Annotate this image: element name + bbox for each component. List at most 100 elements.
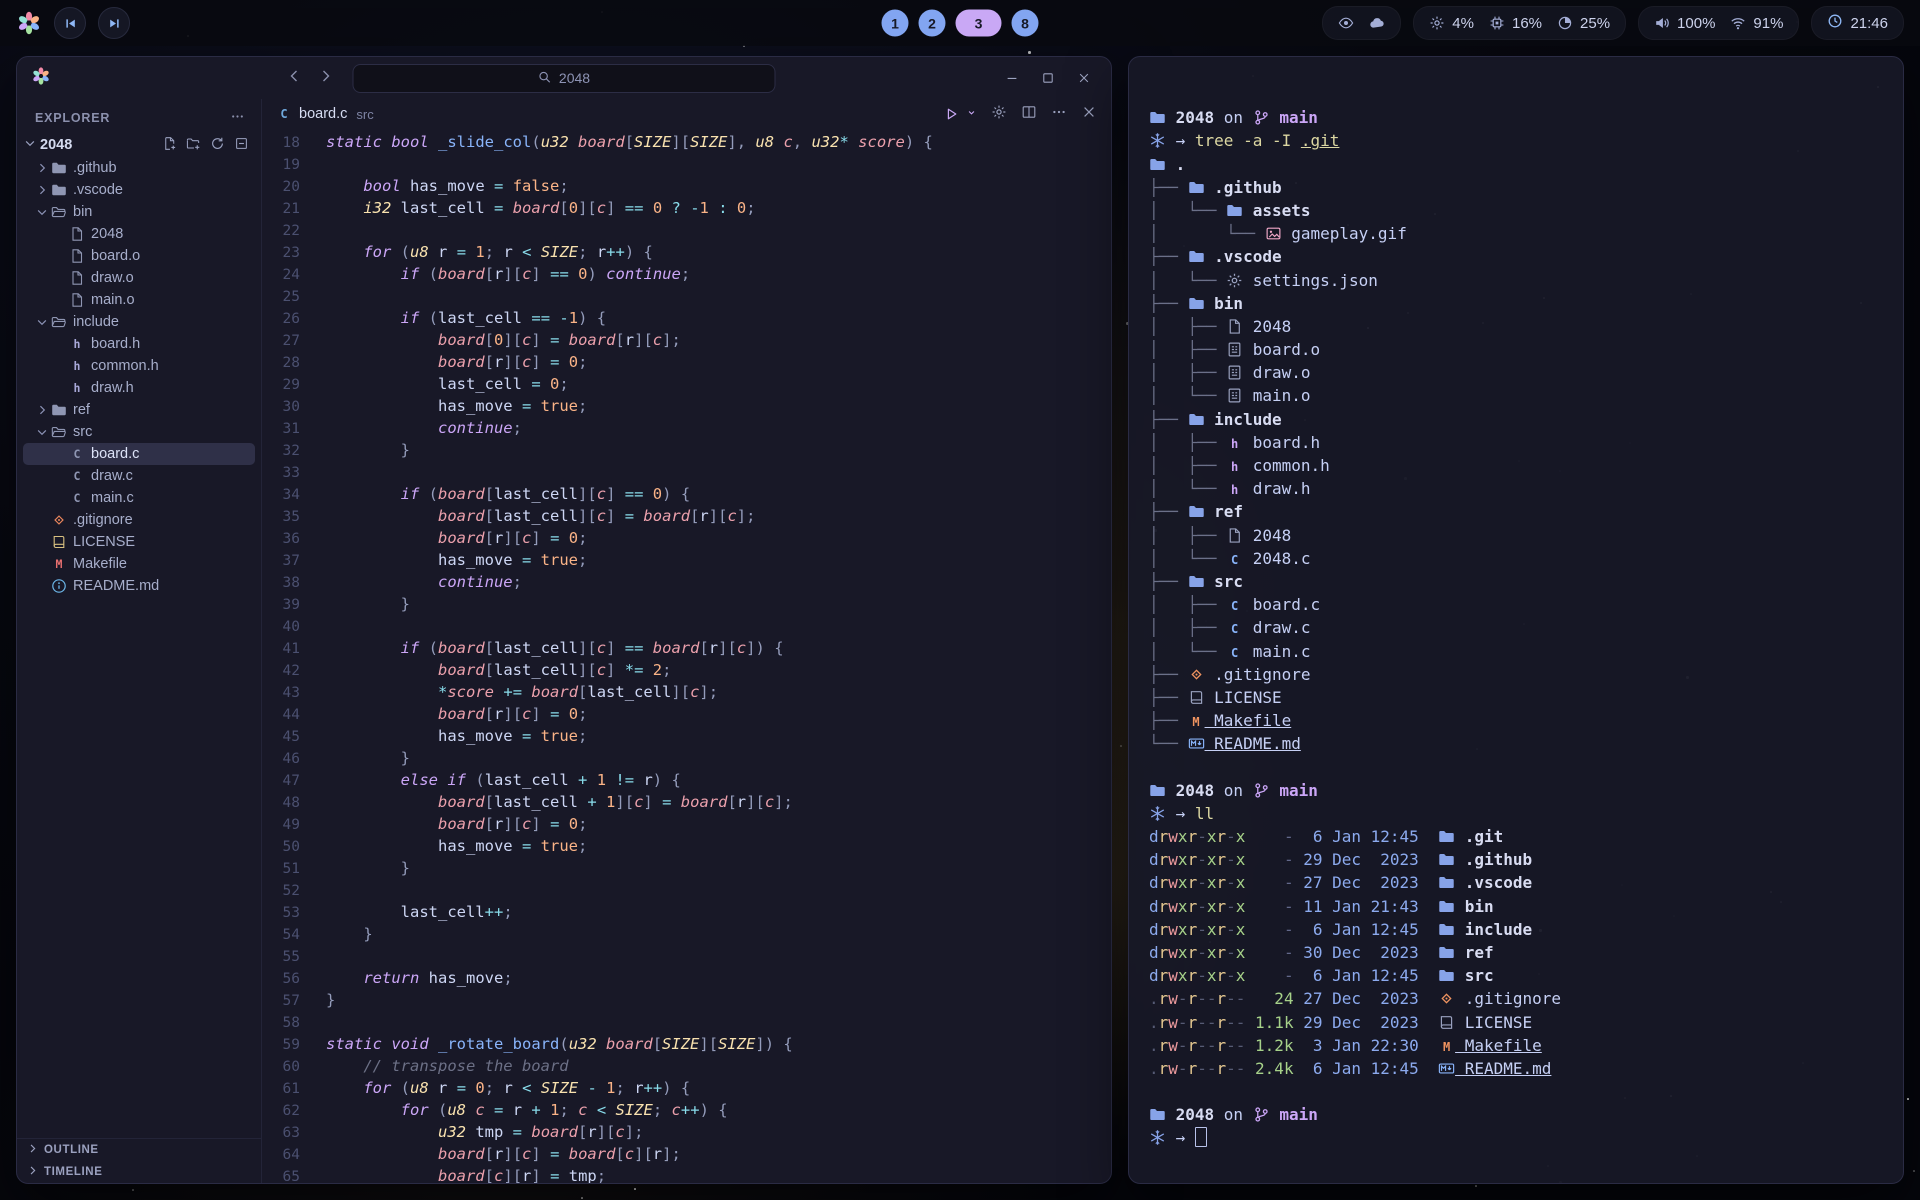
code-line: 59static void _rotate_board(u32 board[SI… (262, 1033, 1111, 1055)
code-line: 52 (262, 879, 1111, 901)
minimize-button[interactable] (999, 65, 1025, 91)
explorer-item-README.md[interactable]: README.md (23, 575, 255, 597)
explorer-item-draw.c[interactable]: Cdraw.c (23, 465, 255, 487)
outline-section[interactable]: OUTLINE (17, 1139, 261, 1161)
line-number: 43 (262, 682, 300, 704)
split-editor-button[interactable] (1021, 104, 1037, 125)
newfolder-icon (186, 136, 201, 151)
explorer-item-draw.h[interactable]: hdraw.h (23, 377, 255, 399)
terminal-line: .rw-r--r-- 1.1k 29 Dec 2023 LICENSE (1149, 1011, 1883, 1034)
closex-icon (1081, 104, 1097, 120)
terminal-window[interactable]: 2048 on main → tree -a -I .git .├── .git… (1128, 56, 1904, 1184)
explorer-item-main.o[interactable]: main.o (23, 289, 255, 311)
flake-icon (16, 10, 42, 36)
code-line: 41 if (board[last_cell][c] == board[r][c… (262, 637, 1111, 659)
settings-gear-icon[interactable] (991, 104, 1007, 125)
line-number: 63 (262, 1122, 300, 1144)
project-root-item[interactable]: 2048 (17, 133, 261, 157)
cfile-icon: C (1226, 549, 1243, 572)
cfile-icon: C (1226, 618, 1243, 641)
clock-time: 21:46 (1850, 15, 1888, 32)
code-editor[interactable]: 18static bool _slide_col(u32 board[SIZE]… (262, 129, 1111, 1183)
terminal-line: └── README.md (1149, 732, 1883, 755)
explorer-item-Makefile[interactable]: MMakefile (23, 553, 255, 575)
markdown-icon (1438, 1060, 1455, 1077)
line-number: 39 (262, 594, 300, 616)
launcher-flake-icon[interactable] (16, 10, 42, 36)
folderopen-icon (51, 314, 67, 330)
line-number: 32 (262, 440, 300, 462)
workspace-8[interactable]: 8 (1012, 10, 1039, 37)
gauge-icon (1557, 15, 1573, 31)
chip-icon (1489, 15, 1505, 31)
line-number: 22 (262, 220, 300, 242)
folder-icon (1438, 967, 1455, 984)
code-line: 57} (262, 989, 1111, 1011)
editor-tab-board-c[interactable]: C board.c src (276, 106, 374, 122)
command-center-search[interactable]: 2048 (353, 64, 776, 93)
idle-weather-widget[interactable] (1322, 6, 1401, 40)
explorer-item-board.h[interactable]: hboard.h (23, 333, 255, 355)
explorer-item-main.c[interactable]: Cmain.c (23, 487, 255, 509)
collapse-folders-button[interactable] (234, 136, 249, 155)
workspace-1[interactable]: 1 (882, 10, 909, 37)
nav-forward-button[interactable] (318, 68, 334, 89)
nav-back-button[interactable] (286, 68, 302, 89)
folder-icon (1149, 109, 1166, 126)
explorer-item-include[interactable]: include (23, 311, 255, 333)
timeline-section[interactable]: TIMELINE (17, 1161, 261, 1183)
media-next-button[interactable] (98, 7, 130, 39)
git-icon (1188, 666, 1205, 683)
run-button[interactable] (943, 106, 959, 122)
clock-icon (1827, 13, 1843, 33)
new-folder-button[interactable] (186, 136, 201, 155)
code-line: 48 board[last_cell + 1][c] = board[r][c]… (262, 791, 1111, 813)
file-icon (69, 226, 85, 242)
file-icon (1226, 527, 1243, 544)
line-number: 57 (262, 990, 300, 1012)
hfile-icon: h (1226, 433, 1243, 456)
explorer-item-board.c[interactable]: Cboard.c (23, 443, 255, 465)
explorer-item-common.h[interactable]: hcommon.h (23, 355, 255, 377)
explorer-item-.github[interactable]: .github (23, 157, 255, 179)
arrowright-icon (318, 68, 334, 84)
workspace-2[interactable]: 2 (919, 10, 946, 37)
explorer-item-ref[interactable]: ref (23, 399, 255, 421)
snowflake-icon (1149, 805, 1166, 822)
folder-icon (1188, 573, 1205, 590)
explorer-item-LICENSE[interactable]: LICENSE (23, 531, 255, 553)
run-dropdown-icon[interactable] (973, 105, 977, 123)
more-actions-button[interactable] (1051, 104, 1067, 125)
line-number: 40 (262, 616, 300, 638)
code-line: 40 (262, 615, 1111, 637)
line-number: 54 (262, 924, 300, 946)
explorer-item-.vscode[interactable]: .vscode (23, 179, 255, 201)
explorer-item-src[interactable]: src (23, 421, 255, 443)
cfile-icon: C (1226, 595, 1243, 618)
gear-icon (991, 104, 1007, 120)
terminal-line: 2048 on main (1149, 1103, 1883, 1126)
closex-icon (1077, 71, 1091, 85)
explorer-item-bin[interactable]: bin (23, 201, 255, 223)
git-icon (1438, 990, 1455, 1007)
explorer-item-board.o[interactable]: board.o (23, 245, 255, 267)
new-file-button[interactable] (162, 136, 177, 155)
workspace-3[interactable]: 3 (956, 10, 1002, 37)
explorer-more-icon[interactable] (230, 109, 245, 127)
media-previous-button[interactable] (54, 7, 86, 39)
tab-directory: src (356, 107, 373, 122)
close-button[interactable] (1071, 65, 1097, 91)
line-number: 24 (262, 264, 300, 286)
chevright-icon (35, 182, 49, 198)
maximize-button[interactable] (1035, 65, 1061, 91)
explorer-item-draw.o[interactable]: draw.o (23, 267, 255, 289)
explorer-item-2048[interactable]: 2048 (23, 223, 255, 245)
c-file-icon: C (276, 107, 292, 121)
close-editor-button[interactable] (1081, 104, 1097, 125)
explorer-item-.gitignore[interactable]: .gitignore (23, 509, 255, 531)
image-icon (1265, 225, 1282, 242)
code-line: 29 last_cell = 0; (262, 373, 1111, 395)
refresh-explorer-button[interactable] (210, 136, 225, 155)
audio-network-widget[interactable]: 100%91% (1638, 6, 1799, 40)
vscode-titlebar[interactable]: 2048 (17, 57, 1111, 99)
